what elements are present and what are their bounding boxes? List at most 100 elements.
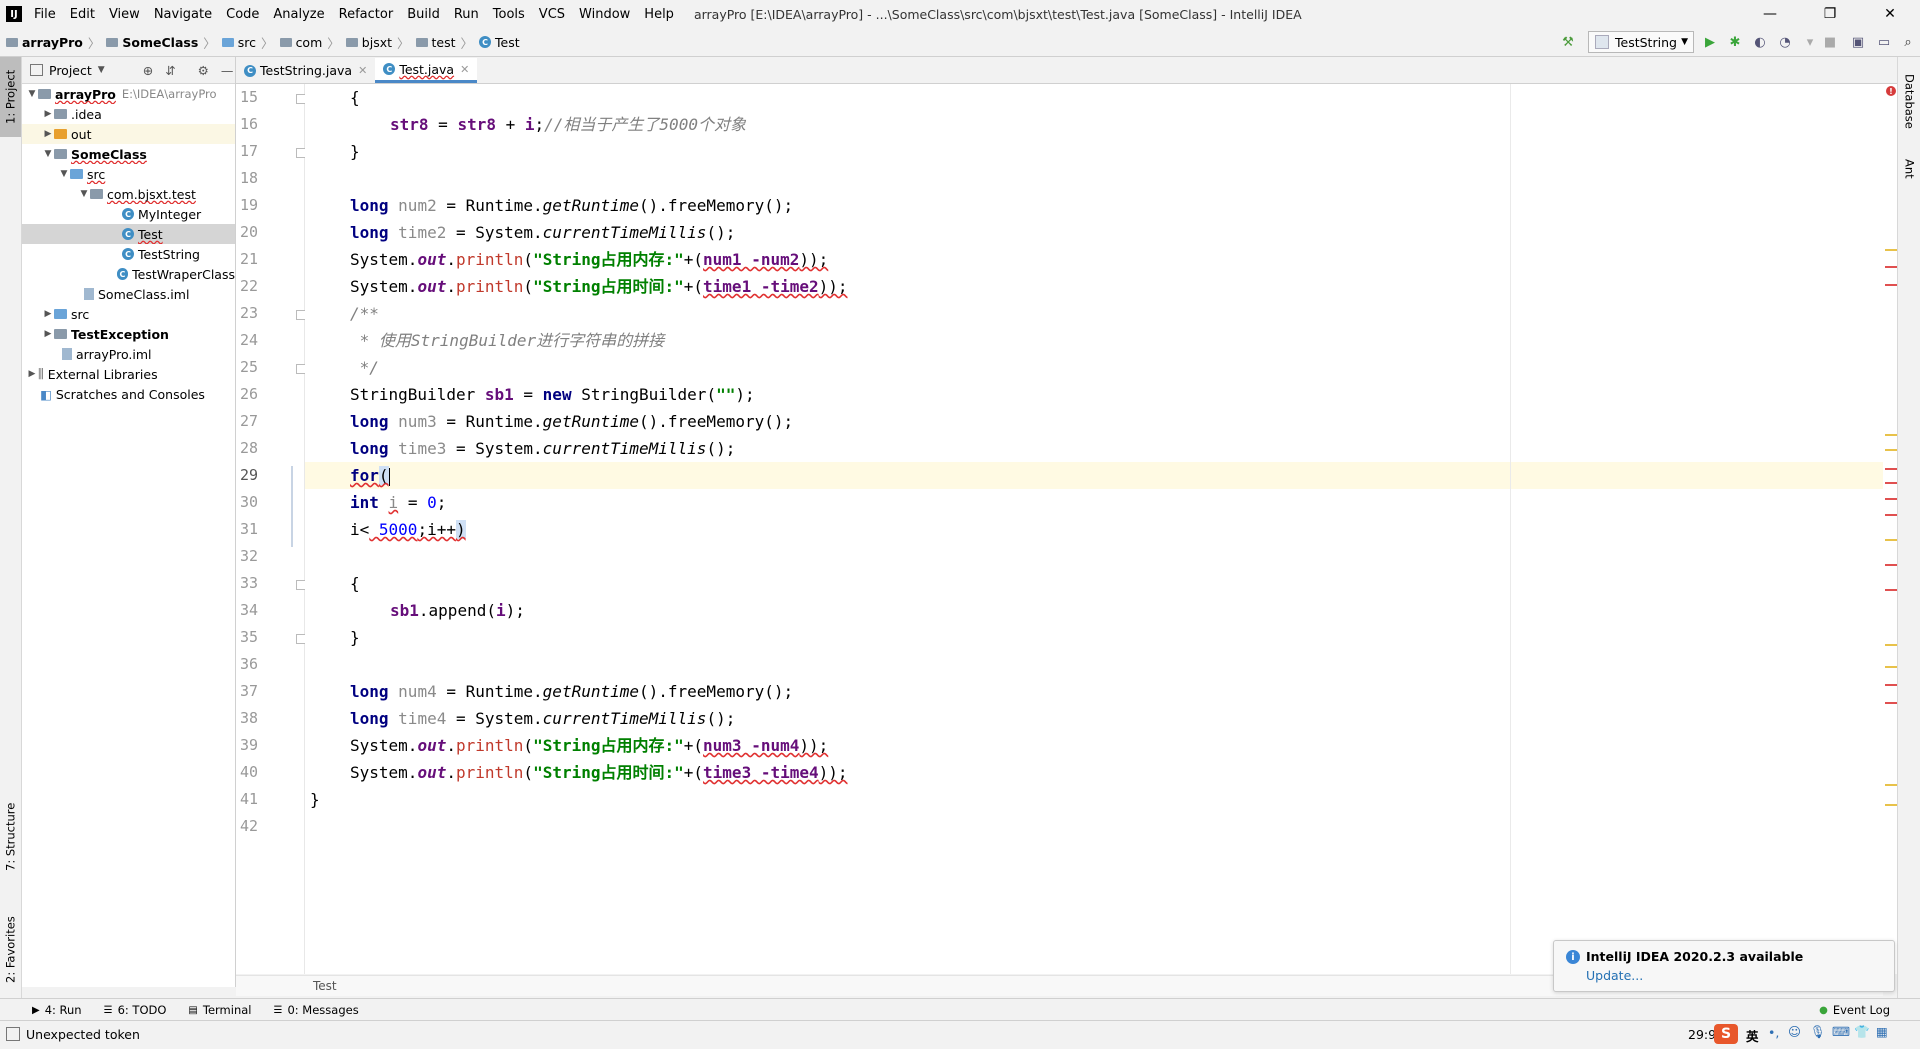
breadcrumb-src[interactable]: src 〉 bbox=[221, 33, 274, 52]
error-mark[interactable] bbox=[1885, 498, 1897, 500]
messages-tool-tab[interactable]: ☰ 0: Messages bbox=[273, 1003, 358, 1017]
chevron-down-icon[interactable]: ▼ bbox=[78, 189, 90, 199]
warning-mark[interactable] bbox=[1885, 539, 1897, 541]
menu-run[interactable]: Run bbox=[454, 7, 479, 22]
menu-vcs[interactable]: VCS bbox=[539, 7, 565, 22]
error-mark[interactable] bbox=[1885, 284, 1897, 286]
close-window-button[interactable]: ✕ bbox=[1860, 0, 1920, 28]
warning-mark[interactable] bbox=[1885, 644, 1897, 646]
emoji-icon[interactable]: ☺ bbox=[1788, 1024, 1801, 1039]
tree-item-external-libraries[interactable]: ▶ ⫼ External Libraries bbox=[22, 364, 235, 384]
menu-window[interactable]: Window bbox=[579, 7, 630, 22]
menu-code[interactable]: Code bbox=[226, 7, 259, 22]
error-mark[interactable] bbox=[1885, 482, 1897, 484]
warning-mark[interactable] bbox=[1885, 434, 1897, 436]
terminal-tool-tab[interactable]: ▤ Terminal bbox=[188, 1003, 251, 1017]
project-tool-tab[interactable]: 1: Project bbox=[0, 57, 21, 137]
toolbox-icon[interactable]: ▦ bbox=[1876, 1024, 1888, 1039]
breadcrumb-class-name[interactable]: Test bbox=[313, 979, 337, 993]
tree-item-test[interactable]: C Test bbox=[22, 224, 235, 244]
skin-icon[interactable]: 👕 bbox=[1854, 1024, 1870, 1040]
breadcrumb-class[interactable]: C Test bbox=[479, 35, 520, 50]
structure-tool-tab[interactable]: 7: Structure bbox=[0, 787, 21, 887]
run-icon[interactable]: ▶ bbox=[1702, 34, 1718, 50]
error-stripe[interactable]: ! bbox=[1883, 84, 1897, 974]
tree-item-someclass[interactable]: ▼ SomeClass bbox=[22, 144, 235, 164]
error-mark[interactable] bbox=[1885, 564, 1897, 566]
tree-item-testexception[interactable]: ▶ TestException bbox=[22, 324, 235, 344]
restore-button[interactable]: ❐ bbox=[1800, 0, 1860, 28]
debug-icon[interactable]: ✱ bbox=[1727, 34, 1743, 50]
sogou-ime-icon[interactable]: S bbox=[1714, 1024, 1738, 1044]
tab-teststring[interactable]: C TestString.java ✕ bbox=[236, 58, 375, 83]
chevron-right-icon[interactable]: ▶ bbox=[42, 309, 54, 319]
error-mark[interactable] bbox=[1885, 514, 1897, 516]
coverage-icon[interactable]: ◐ bbox=[1752, 34, 1768, 50]
tree-item-myinteger[interactable]: C MyInteger bbox=[22, 204, 235, 224]
database-tool-tab[interactable]: Database bbox=[1898, 65, 1920, 137]
ime-language[interactable]: 英 bbox=[1746, 1026, 1759, 1045]
run-configuration-select[interactable]: TestString ▼ bbox=[1588, 31, 1694, 53]
menu-refactor[interactable]: Refactor bbox=[339, 7, 394, 22]
close-tab-icon[interactable]: ✕ bbox=[460, 63, 469, 76]
menu-edit[interactable]: Edit bbox=[70, 7, 95, 22]
more-run-icon[interactable]: ▾ bbox=[1802, 34, 1818, 50]
menu-navigate[interactable]: Navigate bbox=[154, 7, 212, 22]
tree-item-arraypro[interactable]: ▼ arrayPro E:\IDEA\arrayPro bbox=[22, 84, 235, 104]
update-link[interactable]: Update... bbox=[1586, 968, 1643, 983]
profile-icon[interactable]: ◔ bbox=[1777, 34, 1793, 50]
chevron-right-icon[interactable]: ▶ bbox=[42, 329, 54, 339]
tree-item-out[interactable]: ▶ out bbox=[22, 124, 235, 144]
tree-item-scratches[interactable]: ◧ Scratches and Consoles bbox=[22, 384, 235, 404]
warning-mark[interactable] bbox=[1885, 666, 1897, 668]
tree-item-someclass-iml[interactable]: SomeClass.iml bbox=[22, 284, 235, 304]
event-log-tab[interactable]: ● Event Log bbox=[1819, 1003, 1890, 1017]
chevron-down-icon[interactable]: ▼ bbox=[26, 89, 38, 99]
chevron-right-icon[interactable]: ▶ bbox=[42, 109, 54, 119]
hide-panel-icon[interactable]: — bbox=[221, 63, 234, 78]
breadcrumb-com[interactable]: com 〉 bbox=[279, 33, 340, 52]
tree-item-idea[interactable]: ▶ .idea bbox=[22, 104, 235, 124]
error-mark[interactable] bbox=[1885, 684, 1897, 686]
build-hammer-icon[interactable]: ⚒ bbox=[1560, 34, 1576, 50]
menu-file[interactable]: File bbox=[34, 7, 56, 22]
error-mark[interactable] bbox=[1885, 266, 1897, 268]
gear-icon[interactable]: ⚙ bbox=[198, 63, 209, 78]
chevron-right-icon[interactable]: ▶ bbox=[26, 369, 38, 379]
keyboard-icon[interactable]: ⌨ bbox=[1832, 1024, 1850, 1039]
chevron-down-icon[interactable]: ▼ bbox=[42, 149, 54, 159]
tree-item-src-root[interactable]: ▶ src bbox=[22, 304, 235, 324]
menu-build[interactable]: Build bbox=[407, 7, 440, 22]
punctuation-icon[interactable]: •, bbox=[1768, 1025, 1779, 1040]
breadcrumb-module[interactable]: SomeClass 〉 bbox=[106, 33, 216, 52]
warning-mark[interactable] bbox=[1885, 804, 1897, 806]
run-tool-tab[interactable]: ▶ 4: Run bbox=[32, 1003, 82, 1017]
warning-mark[interactable] bbox=[1885, 784, 1897, 786]
locate-icon[interactable]: ⊕ bbox=[143, 63, 153, 78]
todo-tool-tab[interactable]: ☰ 6: TODO bbox=[104, 1003, 167, 1017]
favorites-tool-tab[interactable]: 2: Favorites bbox=[0, 902, 21, 997]
chevron-down-icon[interactable]: ▼ bbox=[58, 169, 70, 179]
microphone-icon[interactable]: 🎙 bbox=[1810, 1024, 1826, 1040]
breadcrumb-project[interactable]: arrayPro 〉 bbox=[6, 33, 100, 52]
chevron-down-icon[interactable]: ▼ bbox=[98, 65, 105, 75]
error-mark[interactable] bbox=[1885, 468, 1897, 470]
menu-help[interactable]: Help bbox=[644, 7, 674, 22]
chevron-right-icon[interactable]: ▶ bbox=[42, 129, 54, 139]
close-tab-icon[interactable]: ✕ bbox=[358, 64, 367, 77]
collapse-all-icon[interactable]: ⇵ bbox=[165, 63, 175, 78]
breadcrumb-bjsxt[interactable]: bjsxt 〉 bbox=[345, 33, 410, 52]
error-mark[interactable] bbox=[1885, 702, 1897, 704]
menu-analyze[interactable]: Analyze bbox=[273, 7, 324, 22]
menu-tools[interactable]: Tools bbox=[493, 7, 525, 22]
tab-test[interactable]: C Test.java ✕ bbox=[375, 58, 478, 83]
search-icon[interactable]: ⌕ bbox=[1900, 34, 1916, 50]
warning-mark[interactable] bbox=[1885, 449, 1897, 451]
stop-icon[interactable]: ■ bbox=[1822, 34, 1838, 50]
code-editor[interactable]: { str8 = str8 + i;//相当于产生了5000个对象 } long… bbox=[305, 84, 1883, 974]
menu-view[interactable]: View bbox=[109, 7, 140, 22]
toggle-tool-windows-icon[interactable] bbox=[6, 1027, 20, 1041]
project-view-select[interactable]: Project bbox=[49, 63, 92, 78]
ant-tool-tab[interactable]: Ant bbox=[1898, 149, 1920, 189]
editor-gutter[interactable]: 15 16 17 18 19 20 21 22 23 24 25 26 27 2… bbox=[236, 84, 306, 974]
